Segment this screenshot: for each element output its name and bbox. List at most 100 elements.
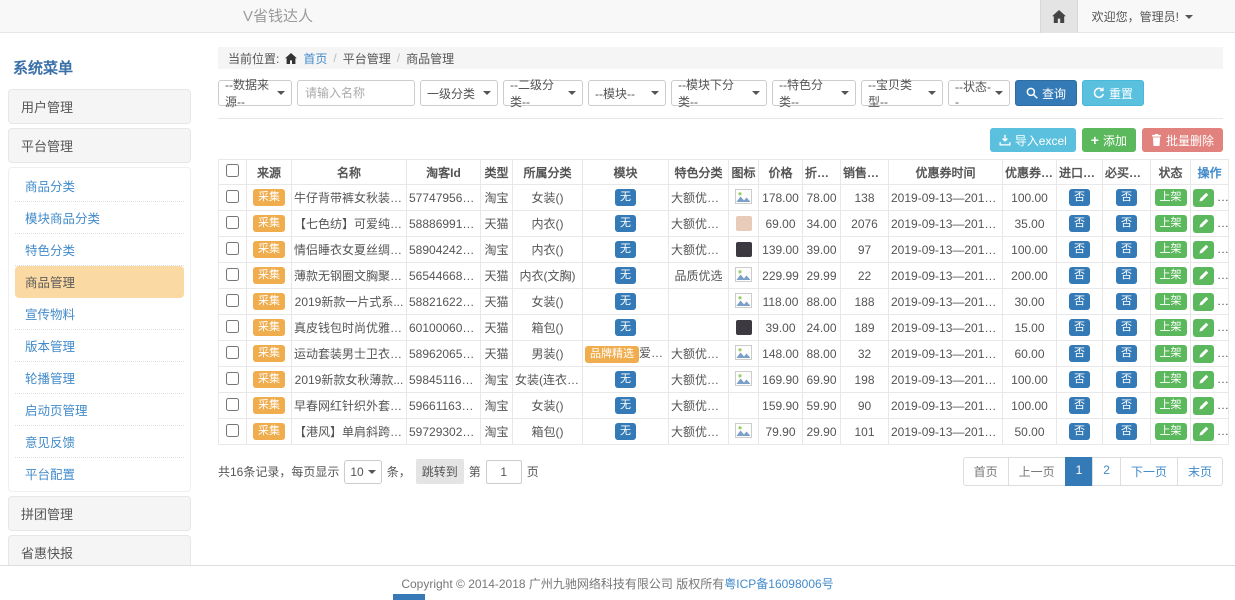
module-badge[interactable]: 无 <box>615 423 636 440</box>
edit-button[interactable] <box>1193 267 1214 285</box>
sidebar-item-link[interactable]: 意见反馈 <box>15 426 184 458</box>
edit-button[interactable] <box>1193 319 1214 337</box>
import-excel-button[interactable]: 导入excel <box>990 128 1076 152</box>
breadcrumb-home-link[interactable]: 首页 <box>303 50 327 67</box>
must-buy-badge[interactable]: 否 <box>1116 215 1137 232</box>
filter-select[interactable]: --模块下分类-- <box>671 80 767 106</box>
must-buy-badge[interactable]: 否 <box>1116 371 1137 388</box>
import-select-badge[interactable]: 否 <box>1069 319 1090 336</box>
module-badge[interactable]: 无 <box>615 293 636 310</box>
edit-button[interactable] <box>1193 293 1214 311</box>
module-badge[interactable]: 无 <box>615 215 636 232</box>
import-select-badge[interactable]: 否 <box>1069 423 1090 440</box>
must-buy-badge[interactable]: 否 <box>1116 267 1137 284</box>
row-checkbox[interactable] <box>226 216 239 229</box>
filter-select[interactable]: 一级分类 <box>420 80 498 106</box>
import-select-badge[interactable]: 否 <box>1069 397 1090 414</box>
filter-select[interactable]: --模块-- <box>588 80 666 106</box>
sidebar-group-item[interactable]: 省惠快报 <box>8 535 191 567</box>
sidebar-item-link[interactable]: 模块商品分类 <box>15 202 184 234</box>
row-checkbox[interactable] <box>226 294 239 307</box>
breadcrumb-item[interactable]: 平台管理 <box>343 50 391 67</box>
row-checkbox[interactable] <box>226 372 239 385</box>
add-button[interactable]: + 添加 <box>1082 128 1136 152</box>
edit-button[interactable] <box>1193 345 1214 363</box>
status-badge[interactable]: 上架 <box>1155 371 1187 388</box>
icp-link[interactable]: 粤ICP备16098006号 <box>724 575 833 592</box>
page-button[interactable]: 首页 <box>963 457 1009 486</box>
must-buy-badge[interactable]: 否 <box>1116 397 1137 414</box>
status-badge[interactable]: 上架 <box>1155 423 1187 440</box>
sidebar-item-link[interactable]: 特色分类 <box>15 234 184 266</box>
module-badge[interactable]: 无 <box>615 189 636 206</box>
status-badge[interactable]: 上架 <box>1155 267 1187 284</box>
filter-select[interactable]: --数据来源-- <box>218 80 292 106</box>
sidebar-item-link[interactable]: 平台配置 <box>15 458 184 489</box>
filter-select[interactable]: --状态-- <box>948 80 1010 106</box>
row-checkbox[interactable] <box>226 398 239 411</box>
edit-button[interactable] <box>1193 189 1214 207</box>
edit-button[interactable] <box>1193 241 1214 259</box>
user-menu[interactable]: 欢迎您，管理员! <box>1092 8 1193 25</box>
must-buy-badge[interactable]: 否 <box>1116 319 1137 336</box>
reset-button[interactable]: 重置 <box>1082 80 1144 106</box>
sidebar-group-item[interactable]: 用户管理 <box>8 89 191 124</box>
module-badge[interactable]: 无 <box>615 319 636 336</box>
module-badge[interactable]: 无 <box>615 241 636 258</box>
status-badge[interactable]: 上架 <box>1155 189 1187 206</box>
page-button[interactable]: 上一页 <box>1008 457 1066 486</box>
status-badge[interactable]: 上架 <box>1155 293 1187 310</box>
sidebar-group-item[interactable]: 平台管理 <box>8 128 191 163</box>
must-buy-badge[interactable]: 否 <box>1116 293 1137 310</box>
home-button[interactable] <box>1040 0 1078 33</box>
row-checkbox[interactable] <box>226 424 239 437</box>
must-buy-badge[interactable]: 否 <box>1116 189 1137 206</box>
page-number-input[interactable] <box>486 460 522 484</box>
jump-button[interactable]: 跳转到 <box>416 459 464 484</box>
edit-button[interactable] <box>1193 423 1214 441</box>
filter-select[interactable]: --宝贝类型-- <box>861 80 943 106</box>
sidebar-item-link[interactable]: 启动页管理 <box>15 394 184 426</box>
edit-button[interactable] <box>1193 371 1214 389</box>
query-button[interactable]: 查询 <box>1015 80 1077 106</box>
select-all-checkbox[interactable] <box>226 164 239 177</box>
edit-button[interactable] <box>1193 397 1214 415</box>
row-checkbox[interactable] <box>226 320 239 333</box>
import-select-badge[interactable]: 否 <box>1069 267 1090 284</box>
batch-delete-button[interactable]: 批量删除 <box>1142 128 1223 152</box>
page-button[interactable]: 2 <box>1092 457 1121 486</box>
row-checkbox[interactable] <box>226 346 239 359</box>
sidebar-item-link[interactable]: 轮播管理 <box>15 362 184 394</box>
page-current[interactable]: 1 <box>1065 457 1094 486</box>
edit-button[interactable] <box>1193 215 1214 233</box>
row-checkbox[interactable] <box>226 268 239 281</box>
name-search-input[interactable] <box>297 80 415 106</box>
sidebar-group-item[interactable]: 拼团管理 <box>8 496 191 531</box>
must-buy-badge[interactable]: 否 <box>1116 241 1137 258</box>
status-badge[interactable]: 上架 <box>1155 345 1187 362</box>
module-badge[interactable]: 无 <box>615 267 636 284</box>
import-select-badge[interactable]: 否 <box>1069 215 1090 232</box>
row-checkbox[interactable] <box>226 190 239 203</box>
per-page-select[interactable]: 10 <box>344 460 381 484</box>
sidebar-item-link[interactable]: 版本管理 <box>15 330 184 362</box>
status-badge[interactable]: 上架 <box>1155 215 1187 232</box>
import-select-badge[interactable]: 否 <box>1069 189 1090 206</box>
row-checkbox[interactable] <box>226 242 239 255</box>
filter-select[interactable]: --二级分类-- <box>503 80 583 106</box>
status-badge[interactable]: 上架 <box>1155 319 1187 336</box>
status-badge[interactable]: 上架 <box>1155 397 1187 414</box>
filter-select[interactable]: --特色分类-- <box>772 80 856 106</box>
sidebar-item-link[interactable]: 商品分类 <box>15 170 184 202</box>
import-select-badge[interactable]: 否 <box>1069 241 1090 258</box>
page-button[interactable]: 下一页 <box>1120 457 1178 486</box>
sidebar-item-active[interactable]: 商品管理 <box>15 266 184 298</box>
module-badge[interactable]: 无 <box>615 371 636 388</box>
sidebar-item-link[interactable]: 宣传物料 <box>15 298 184 330</box>
page-button[interactable]: 末页 <box>1177 457 1223 486</box>
status-badge[interactable]: 上架 <box>1155 241 1187 258</box>
import-select-badge[interactable]: 否 <box>1069 345 1090 362</box>
import-select-badge[interactable]: 否 <box>1069 371 1090 388</box>
must-buy-badge[interactable]: 否 <box>1116 345 1137 362</box>
module-badge[interactable]: 无 <box>615 397 636 414</box>
